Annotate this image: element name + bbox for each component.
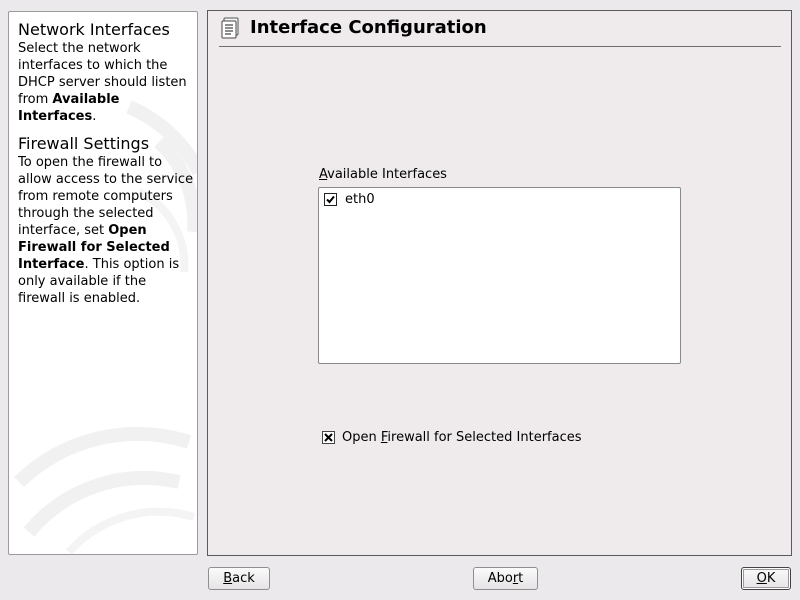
page-title: Interface Configuration — [250, 17, 487, 38]
ok-button[interactable]: OK — [741, 567, 791, 590]
help-text-part: . — [92, 109, 97, 124]
accelerator-letter: A — [319, 167, 328, 182]
label-text: irewall for Selected Interfaces — [387, 430, 582, 445]
main-panel: Interface Configuration Available Interf… — [207, 10, 792, 556]
button-label: ack — [232, 571, 255, 586]
open-firewall-checkbox-row[interactable]: Open Firewall for Selected Interfaces — [322, 429, 582, 446]
accelerator-letter: O — [756, 571, 767, 586]
button-label: Abo — [487, 571, 513, 586]
help-panel: Network Interfaces Select the network in… — [8, 11, 198, 555]
label-text: Open — [342, 430, 381, 445]
label-text: vailable Interfaces — [327, 167, 447, 182]
x-mark-icon — [324, 433, 333, 442]
back-button[interactable]: Back — [208, 567, 270, 590]
check-mark-icon — [326, 195, 335, 204]
help-heading-firewall-settings: Firewall Settings — [18, 134, 150, 153]
open-firewall-label: Open Firewall for Selected Interfaces — [342, 429, 582, 446]
help-heading-network-interfaces: Network Interfaces — [18, 20, 170, 39]
help-text-network-interfaces: Select the network interfaces to which t… — [18, 40, 194, 125]
document-list-icon — [221, 17, 239, 39]
button-label: t — [518, 571, 524, 586]
help-text-firewall-settings: To open the firewall to allow access to … — [18, 154, 194, 307]
help-text-part: To open the firewall to allow access to … — [18, 155, 194, 238]
available-interfaces-label: Available Interfaces — [319, 166, 447, 183]
button-label: K — [766, 571, 776, 586]
accelerator-letter: B — [223, 571, 233, 586]
interface-checkbox[interactable] — [324, 193, 337, 206]
available-interfaces-list[interactable]: eth0 — [318, 187, 681, 364]
list-item[interactable]: eth0 — [322, 191, 375, 208]
help-content: Network Interfaces Select the network in… — [18, 20, 194, 307]
open-firewall-checkbox[interactable] — [322, 431, 335, 444]
title-divider — [219, 46, 781, 47]
interface-name: eth0 — [345, 192, 375, 207]
abort-button[interactable]: Abort — [473, 567, 538, 590]
